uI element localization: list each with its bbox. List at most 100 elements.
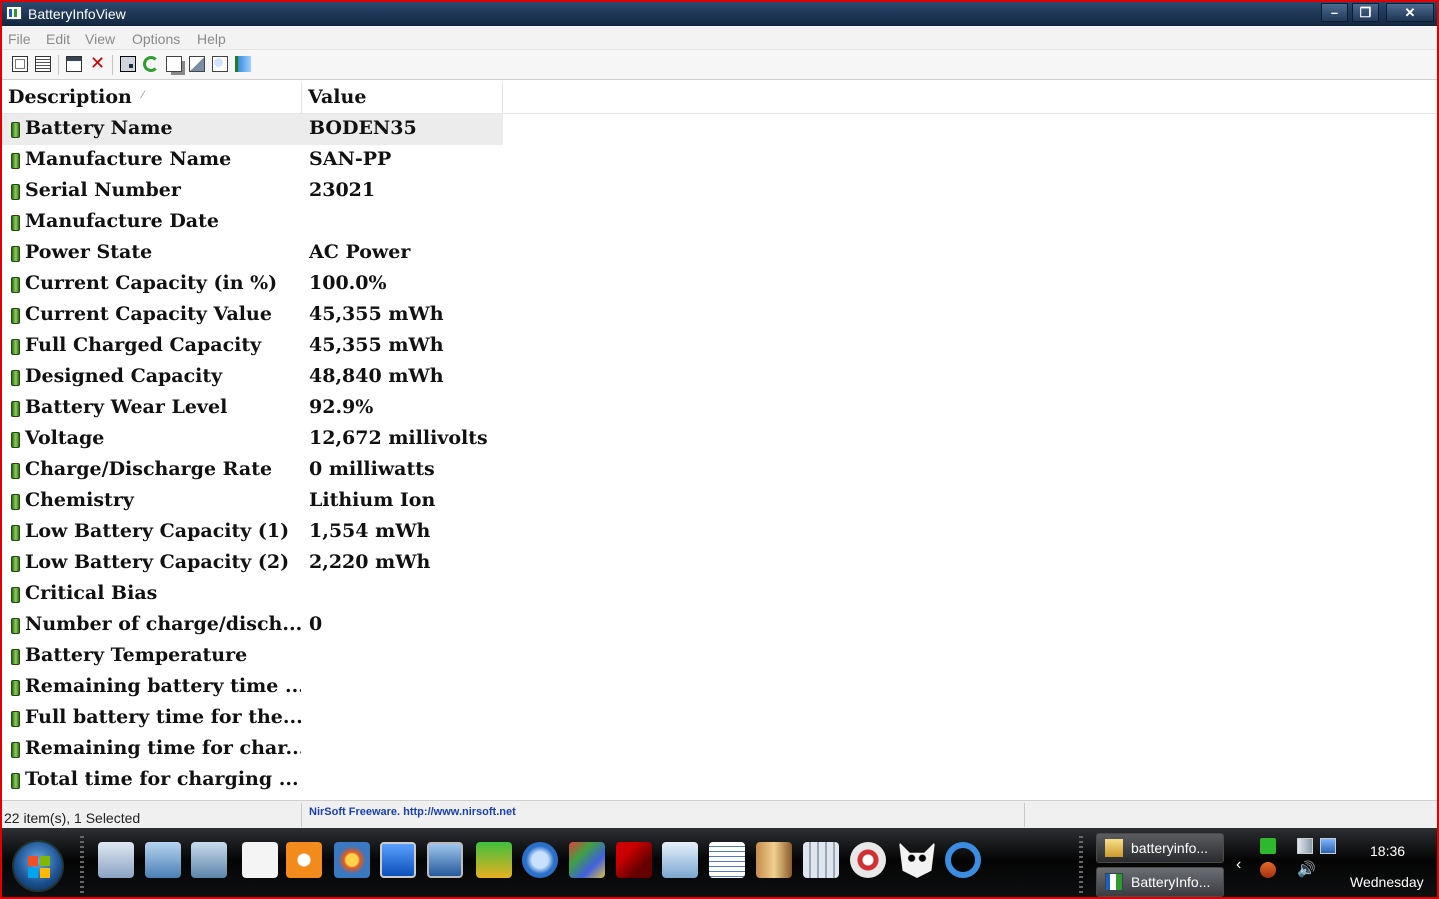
paint-brushes-icon[interactable] (756, 842, 792, 878)
options-icon[interactable] (189, 56, 205, 72)
tray-day[interactable]: Wednesday (1350, 874, 1424, 890)
battery-icon (11, 618, 20, 634)
snipping-tool-icon[interactable] (850, 842, 886, 878)
title-bar[interactable]: BatteryInfoView – ❐ ✕ (2, 2, 1437, 26)
status-nirsoft-link[interactable]: NirSoft Freeware. http://www.nirsoft.net (309, 806, 516, 818)
battery-icon (11, 680, 20, 696)
row-description: Number of charge/disch... (25, 613, 301, 635)
documents-icon[interactable] (98, 842, 134, 878)
tray-check-icon[interactable] (1260, 838, 1276, 854)
tray-clock[interactable]: 18:36 (1370, 843, 1405, 859)
row-description: Low Battery Capacity (1) (25, 520, 290, 542)
desktop-screen-icon[interactable] (380, 842, 416, 878)
list-row[interactable]: Designed Capacity 48,840 mWh (2, 362, 1437, 393)
properties-icon[interactable] (66, 56, 82, 72)
list-row[interactable]: Total time for charging ... (2, 765, 1437, 796)
list-row[interactable]: Remaining time for char... (2, 734, 1437, 765)
list-row[interactable]: Serial Number 23021 (2, 176, 1437, 207)
column-header-description[interactable]: Description ⁄ (2, 82, 302, 113)
internet-explorer-icon[interactable] (945, 842, 981, 878)
battery-icon (11, 649, 20, 665)
row-description: Remaining time for char... (25, 737, 301, 759)
list-row[interactable]: Manufacture Date (2, 207, 1437, 238)
pictures-folder-icon[interactable] (191, 842, 227, 878)
list-row[interactable]: Battery Wear Level 92.9% (2, 393, 1437, 424)
list-row[interactable]: Voltage 12,672 millivolts (2, 424, 1437, 455)
tray-network-icon[interactable] (1320, 838, 1336, 854)
list-row[interactable]: Full battery time for the... (2, 703, 1437, 734)
list-row[interactable]: Battery Temperature (2, 641, 1437, 672)
battery-icon (11, 525, 20, 541)
row-value: 45,355 mWh (309, 334, 444, 356)
list-row[interactable]: Low Battery Capacity (2) 2,220 mWh (2, 548, 1437, 579)
close-x-icon[interactable]: ✕ (90, 55, 106, 73)
minimize-button[interactable]: – (1321, 3, 1348, 22)
flash-app-icon[interactable] (616, 842, 652, 878)
blank-document-icon[interactable] (242, 842, 278, 878)
media-player-icon[interactable] (286, 842, 322, 878)
folder-icon (1105, 839, 1123, 857)
menu-edit[interactable]: Edit (46, 31, 70, 47)
list-row[interactable]: Charge/Discharge Rate 0 milliwatts (2, 455, 1437, 486)
status-divider (301, 803, 302, 827)
list-row[interactable]: Remaining battery time ... (2, 672, 1437, 703)
battery-icon (11, 122, 20, 138)
tray-volume-icon[interactable]: 🔊 (1297, 862, 1316, 878)
find-icon[interactable] (212, 56, 228, 72)
row-value: 2,220 mWh (309, 551, 431, 573)
save-icon[interactable] (120, 56, 136, 72)
calculator-icon[interactable] (803, 842, 839, 878)
start-button[interactable] (12, 840, 64, 892)
list-row[interactable]: Manufacture Name SAN-PP (2, 145, 1437, 176)
colorful-cube-icon[interactable] (569, 842, 605, 878)
taskbar-task-folder[interactable]: batteryinfo... (1096, 833, 1224, 863)
list-row[interactable]: Power State AC Power (2, 238, 1437, 269)
row-description: Remaining battery time ... (25, 675, 301, 697)
photo-gallery-icon[interactable] (334, 842, 370, 878)
tray-app-icon[interactable] (1260, 862, 1276, 878)
refresh-icon[interactable] (143, 56, 159, 72)
menu-options[interactable]: Options (132, 31, 180, 47)
list-row[interactable]: Current Capacity Value 45,355 mWh (2, 300, 1437, 331)
taskbar-task-batteryinfoview[interactable]: BatteryInfo... (1096, 867, 1224, 897)
windows-screen-icon[interactable] (427, 842, 463, 878)
column-header-value[interactable]: Value (302, 82, 503, 113)
taskbar-grip[interactable] (80, 836, 84, 894)
list-row[interactable]: Full Charged Capacity 45,355 mWh (2, 331, 1437, 362)
calendar-2010-icon[interactable] (522, 842, 558, 878)
html-report-all-icon[interactable] (12, 56, 28, 72)
row-description: Designed Capacity (25, 365, 223, 387)
list-row[interactable]: Current Capacity (in %) 100.0% (2, 269, 1437, 300)
battery-icon (11, 339, 20, 355)
html-report-selected-icon[interactable] (35, 56, 51, 72)
battery-info-list[interactable]: Description ⁄ Value Battery Name BODEN35 M… (2, 82, 1437, 800)
taskbar-task-label: BatteryInfo... (1131, 874, 1211, 890)
battery-icon (11, 246, 20, 262)
restore-button[interactable]: ❐ (1352, 3, 1379, 22)
media-folder-icon[interactable] (145, 842, 181, 878)
trophy-icon[interactable] (476, 842, 512, 878)
copy-icon[interactable] (166, 56, 182, 72)
notepad-icon[interactable] (662, 842, 698, 878)
exit-icon[interactable] (235, 56, 251, 72)
foobar-fox-icon[interactable] (899, 842, 935, 878)
tray-battery-icon[interactable] (1297, 838, 1313, 854)
menu-file[interactable]: File (8, 31, 31, 47)
status-item-count: 22 item(s), 1 Selected (4, 810, 141, 826)
close-button[interactable]: ✕ (1386, 3, 1434, 22)
row-value: 92.9% (309, 396, 374, 418)
window-title: BatteryInfoView (28, 6, 126, 22)
wordpad-icon[interactable] (709, 842, 745, 878)
row-value: 0 (309, 613, 323, 635)
taskbar-grip[interactable] (1079, 836, 1083, 894)
battery-icon (11, 556, 20, 572)
list-row[interactable]: Critical Bias (2, 579, 1437, 610)
menu-view[interactable]: View (85, 31, 115, 47)
list-row[interactable]: Chemistry Lithium Ion (2, 486, 1437, 517)
show-hidden-icons-arrow[interactable]: ‹ (1236, 856, 1241, 874)
list-row[interactable]: Number of charge/disch... 0 (2, 610, 1437, 641)
list-row[interactable]: Low Battery Capacity (1) 1,554 mWh (2, 517, 1437, 548)
list-row[interactable]: Battery Name BODEN35 (2, 114, 1437, 145)
battery-icon (11, 587, 20, 603)
menu-help[interactable]: Help (197, 31, 226, 47)
